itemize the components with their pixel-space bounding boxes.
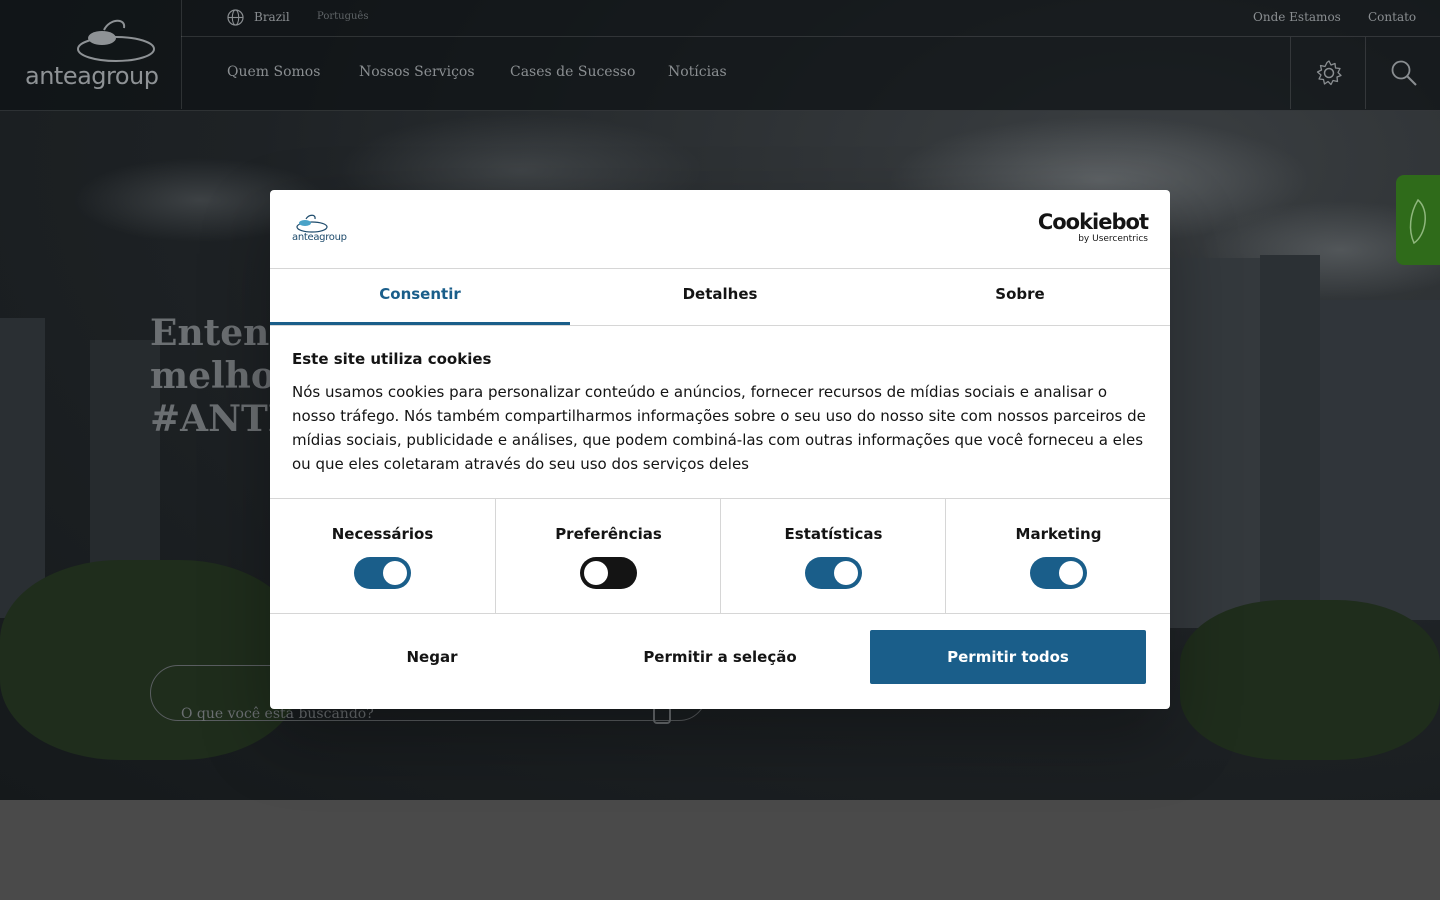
gear-icon — [1316, 60, 1342, 86]
cookie-tabs: Consentir Detalhes Sobre — [270, 268, 1170, 326]
nav-quem-somos[interactable]: Quem Somos — [227, 64, 320, 80]
category-label: Estatísticas — [784, 525, 883, 543]
cookie-consent-dialog: anteagroup Cookiebot by Usercentrics Con… — [270, 190, 1170, 709]
logo-text: anteagroup — [25, 62, 159, 90]
toggle-knob — [383, 561, 407, 585]
cookie-dialog-header: anteagroup Cookiebot by Usercentrics — [270, 190, 1170, 269]
settings-button[interactable] — [1290, 37, 1365, 109]
cookiebot-name: Cookiebot — [1037, 210, 1149, 234]
page-bottom-area — [0, 800, 1440, 900]
category-preferencias: Preferências — [495, 499, 721, 613]
search-button[interactable] — [1365, 37, 1440, 109]
category-label: Marketing — [1015, 525, 1102, 543]
country-selector[interactable]: Brazil — [254, 10, 290, 24]
link-onde-estamos[interactable]: Onde Estamos — [1253, 10, 1341, 24]
side-feedback-tab[interactable] — [1396, 175, 1440, 265]
page: anteagroup Brazil Português Onde Estamos… — [0, 0, 1440, 900]
building — [0, 318, 45, 618]
nav-noticias[interactable]: Notícias — [668, 64, 727, 80]
preferencias-toggle[interactable] — [580, 557, 637, 589]
antea-logo-icon — [296, 214, 328, 233]
building — [1320, 300, 1440, 620]
marketing-toggle[interactable] — [1030, 557, 1087, 589]
cookie-heading: Este site utiliza cookies — [292, 350, 492, 368]
tab-detalhes[interactable]: Detalhes — [570, 268, 870, 325]
cookie-dialog-body: Este site utiliza cookies Nós usamos coo… — [292, 348, 1152, 476]
cookie-dialog-logo-text: anteagroup — [292, 232, 347, 243]
utility-bar: Brazil Português Onde Estamos Contato — [181, 0, 1440, 37]
category-estatisticas: Estatísticas — [720, 499, 946, 613]
language-selector[interactable]: Português — [317, 11, 368, 22]
nav-nossos-servicos[interactable]: Nossos Serviços — [359, 64, 475, 80]
tab-sobre[interactable]: Sobre — [870, 268, 1170, 325]
toggle-knob — [834, 561, 858, 585]
deny-button[interactable]: Negar — [294, 630, 570, 684]
antea-logo-icon — [77, 19, 155, 62]
search-icon — [1391, 60, 1417, 86]
leaf-icon — [1409, 198, 1426, 245]
toggle-knob — [1059, 561, 1083, 585]
category-label: Necessários — [331, 525, 434, 543]
allow-all-button[interactable]: Permitir todos — [870, 630, 1146, 684]
logo-link[interactable]: anteagroup — [0, 0, 182, 109]
nav-cases-de-sucesso[interactable]: Cases de Sucesso — [510, 64, 635, 80]
cookie-description: Nós usamos cookies para personalizar con… — [292, 383, 1146, 473]
cookiebot-sub: by Usercentrics — [1078, 234, 1148, 244]
necessarios-toggle[interactable] — [354, 557, 411, 589]
globe-icon[interactable] — [227, 9, 244, 26]
toggle-knob — [584, 561, 608, 585]
cookiebot-logo[interactable]: Cookiebot by Usercentrics — [1037, 210, 1149, 244]
tab-consentir[interactable]: Consentir — [270, 268, 570, 325]
estatisticas-toggle[interactable] — [805, 557, 862, 589]
link-contato[interactable]: Contato — [1368, 10, 1416, 24]
building — [1170, 258, 1260, 628]
category-label: Preferências — [555, 525, 662, 543]
site-header: anteagroup Brazil Português Onde Estamos… — [0, 0, 1440, 111]
cookie-actions: Negar Permitir a seleção Permitir todos — [270, 630, 1170, 684]
trees — [1180, 600, 1440, 760]
allow-selection-button[interactable]: Permitir a seleção — [582, 630, 858, 684]
building — [1260, 255, 1320, 615]
trees — [0, 560, 300, 760]
category-necessarios: Necessários — [270, 499, 495, 613]
category-marketing: Marketing — [945, 499, 1170, 613]
cookie-category-switches: Necessários Preferências Estatísticas Ma… — [270, 498, 1170, 614]
